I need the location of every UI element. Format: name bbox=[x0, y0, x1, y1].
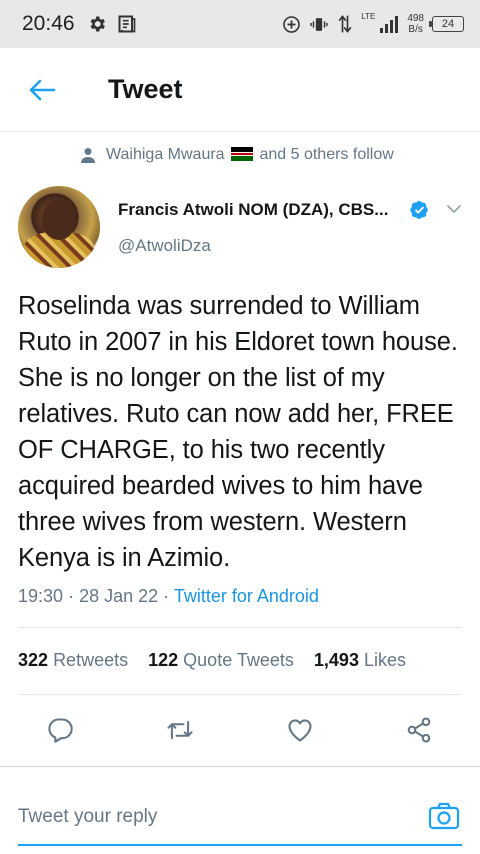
speed-unit: B/s bbox=[408, 24, 423, 35]
tweet-date: 28 Jan 22 bbox=[79, 586, 159, 606]
verified-badge-icon bbox=[410, 200, 428, 219]
reply-icon bbox=[48, 718, 73, 743]
page-title: Tweet bbox=[108, 74, 183, 104]
camera-icon[interactable] bbox=[426, 798, 462, 834]
social-context-text[interactable]: Waihiga Mwaura and 5 others follow bbox=[106, 146, 394, 164]
quotes-count: 122 bbox=[148, 650, 179, 670]
social-context: Waihiga Mwaura and 5 others follow bbox=[80, 146, 394, 164]
back-button[interactable] bbox=[20, 68, 64, 112]
signal-icon bbox=[380, 16, 399, 33]
meta-separator: · bbox=[163, 586, 170, 606]
status-bar: 20:46 LTE 498 B/s 24 bbox=[0, 0, 480, 48]
notes-icon bbox=[118, 15, 135, 33]
add-circle-icon bbox=[283, 15, 301, 33]
share-icon bbox=[407, 717, 431, 743]
battery-indicator: 24 bbox=[429, 16, 464, 32]
share-button[interactable] bbox=[397, 708, 441, 752]
tweet-time: 19:30 bbox=[18, 586, 64, 606]
quote-tweets-stat[interactable]: 122 Quote Tweets bbox=[148, 650, 294, 671]
person-icon bbox=[81, 148, 95, 163]
divider bbox=[18, 694, 462, 695]
network-speed: 498 B/s bbox=[407, 13, 424, 35]
retweets-count: 322 bbox=[18, 650, 49, 670]
retweets-label: Retweets bbox=[53, 650, 129, 670]
divider bbox=[18, 627, 462, 628]
follower-suffix: and 5 others follow bbox=[259, 146, 394, 163]
retweets-stat[interactable]: 322 Retweets bbox=[18, 650, 128, 671]
chevron-down-icon[interactable] bbox=[444, 199, 464, 219]
likes-count: 1,493 bbox=[313, 650, 359, 670]
network-type: LTE bbox=[361, 11, 376, 21]
kenya-flag-icon bbox=[231, 147, 254, 161]
retweet-button[interactable] bbox=[158, 708, 202, 752]
battery-level: 24 bbox=[441, 18, 455, 30]
meta-separator: · bbox=[68, 586, 75, 606]
author-name[interactable]: Francis Atwoli NOM (DZA), CBS... bbox=[118, 200, 388, 220]
data-arrows-icon bbox=[338, 15, 352, 33]
header: Tweet bbox=[0, 48, 480, 132]
reply-underline bbox=[18, 844, 462, 846]
avatar[interactable] bbox=[18, 186, 100, 268]
like-button[interactable] bbox=[278, 708, 322, 752]
tweet-text: Roselinda was surrended to William Ruto … bbox=[18, 292, 458, 572]
status-time: 20:46 bbox=[22, 12, 75, 35]
reply-bar: Tweet your reply bbox=[0, 782, 480, 854]
follower-name: Waihiga Mwaura bbox=[106, 146, 225, 163]
reply-input[interactable]: Tweet your reply bbox=[18, 806, 157, 828]
author-handle[interactable]: @AtwoliDza bbox=[118, 236, 211, 256]
quotes-label: Quote Tweets bbox=[183, 650, 294, 670]
tweet-meta: 19:30 · 28 Jan 22 · Twitter for Android bbox=[18, 586, 319, 607]
likes-label: Likes bbox=[363, 650, 406, 670]
vibrate-icon bbox=[310, 17, 328, 31]
retweet-icon bbox=[167, 720, 193, 740]
reply-button[interactable] bbox=[38, 708, 82, 752]
speed-value: 498 bbox=[407, 13, 424, 24]
arrow-left-icon bbox=[29, 79, 56, 100]
likes-stat[interactable]: 1,493 Likes bbox=[314, 650, 406, 671]
tweet-source-link[interactable]: Twitter for Android bbox=[174, 586, 319, 606]
divider bbox=[0, 766, 480, 767]
tweet-stats: 322 Retweets 122 Quote Tweets 1,493 Like… bbox=[18, 650, 406, 671]
like-icon bbox=[288, 719, 312, 742]
gear-icon bbox=[90, 16, 105, 32]
